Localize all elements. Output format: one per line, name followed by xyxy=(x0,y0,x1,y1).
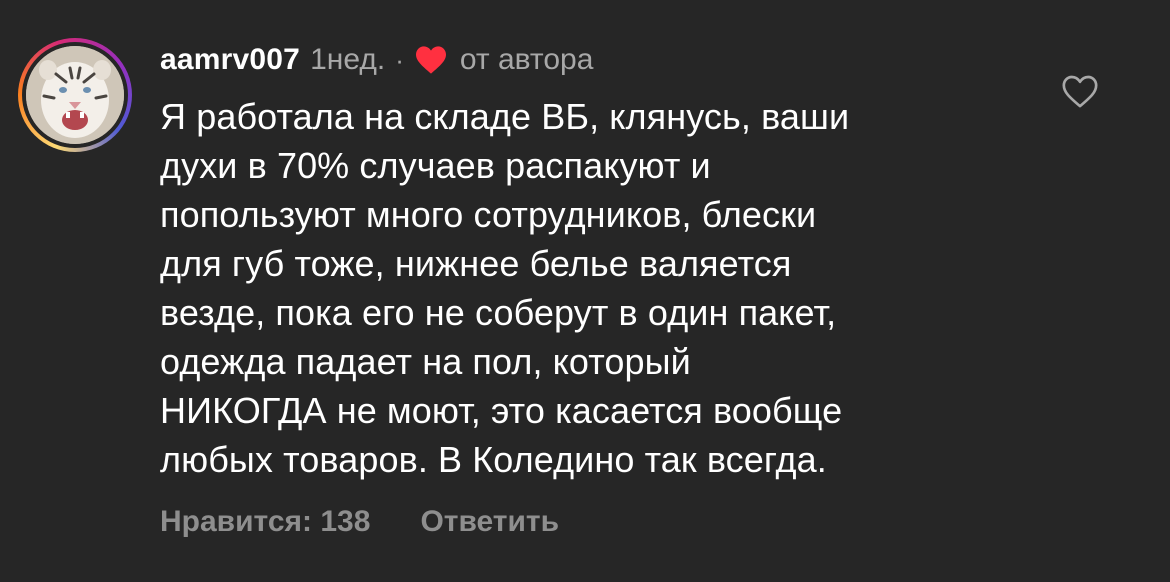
like-button[interactable] xyxy=(1060,72,1100,112)
likes-count-button[interactable]: Нравится: 138 xyxy=(160,505,370,539)
avatar[interactable] xyxy=(26,46,124,144)
comment-footer: Нравится: 138 Ответить xyxy=(160,500,559,544)
username[interactable]: aamrv007 xyxy=(160,43,300,77)
comment: aamrv007 1нед. · от автора Я работала на… xyxy=(0,0,1170,582)
tiger-avatar-image xyxy=(26,46,124,144)
comment-time[interactable]: 1нед. xyxy=(310,43,385,77)
comment-text: Я работала на складе ВБ, клянусь, ваши д… xyxy=(160,96,850,480)
avatar-story-ring[interactable] xyxy=(18,38,132,152)
author-heart-icon xyxy=(415,46,446,74)
heart-outline-icon xyxy=(1062,75,1098,108)
reply-button[interactable]: Ответить xyxy=(420,505,559,539)
separator-dot: · xyxy=(395,44,404,75)
comment-header: aamrv007 1нед. · от автора xyxy=(160,38,593,82)
from-author-label: от автора xyxy=(459,43,594,76)
